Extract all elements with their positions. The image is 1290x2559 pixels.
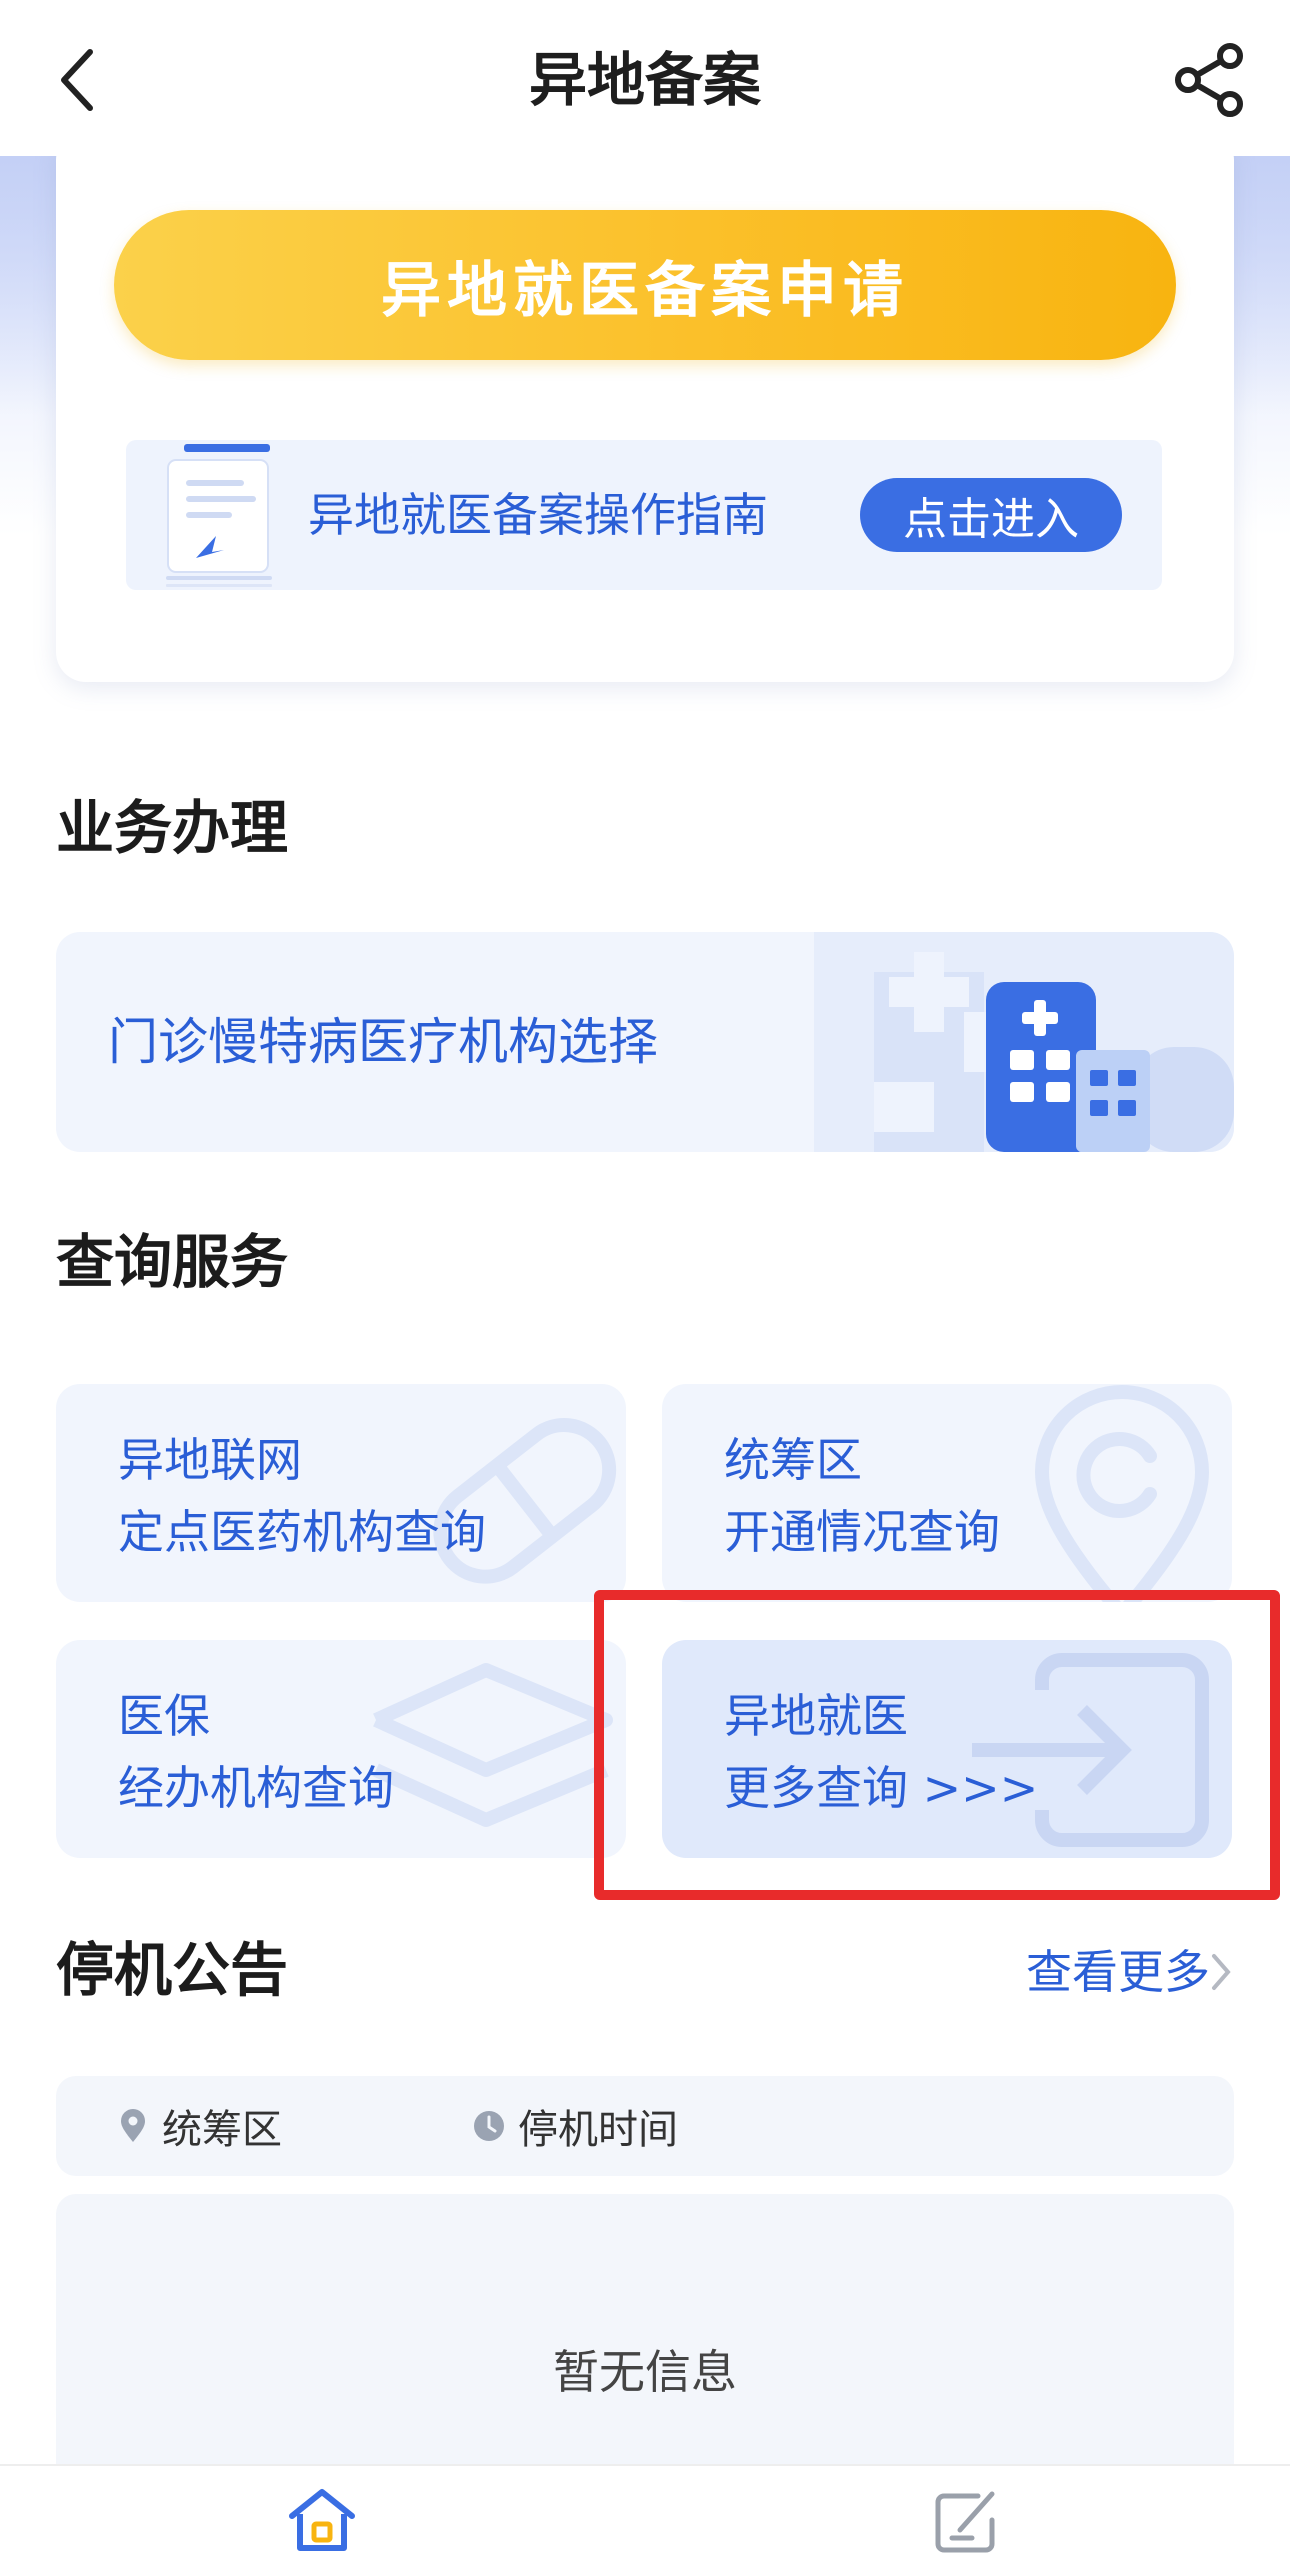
edit-icon[interactable] bbox=[930, 2486, 1002, 2556]
biz-card-label: 门诊慢特病医疗机构选择 bbox=[108, 1013, 658, 1071]
column-region: 统筹区 bbox=[162, 2107, 282, 2153]
app-header: 异地备案 bbox=[0, 0, 1290, 156]
hospital-icon bbox=[814, 932, 1234, 1152]
operation-guide-row[interactable]: 异地就医备案操作指南 点击进入 bbox=[126, 440, 1162, 590]
query-card-coordination-area[interactable]: 统筹区 开通情况查询 bbox=[662, 1384, 1232, 1602]
location-pin-icon bbox=[121, 2109, 145, 2142]
clock-icon bbox=[474, 2111, 504, 2141]
notice-section-title: 停机公告 bbox=[56, 1936, 289, 2004]
chevron-right-icon[interactable] bbox=[1210, 1950, 1232, 1994]
business-section-title: 业务办理 bbox=[56, 794, 289, 862]
query-card-networked-institutions[interactable]: 异地联网 定点医药机构查询 bbox=[56, 1384, 626, 1602]
guide-text: 异地就医备案操作指南 bbox=[308, 488, 768, 542]
bottom-tab-bar bbox=[0, 2464, 1290, 2559]
column-downtime: 停机时间 bbox=[518, 2107, 678, 2153]
highlight-annotation-box bbox=[594, 1590, 1280, 1900]
query-card-handling-agencies[interactable]: 医保 经办机构查询 bbox=[56, 1640, 626, 1858]
location-pin-icon bbox=[1034, 1385, 1210, 1602]
home-icon[interactable] bbox=[286, 2486, 358, 2556]
page-title: 异地备案 bbox=[528, 46, 761, 114]
query-card-line2: 开通情况查询 bbox=[724, 1505, 1000, 1559]
layers-icon bbox=[373, 1663, 613, 1827]
registration-card: 异地就医备案申请 异地就医备案操作指南 点击进入 bbox=[56, 130, 1234, 682]
query-card-line2: 经办机构查询 bbox=[118, 1761, 394, 1815]
document-guide-icon bbox=[166, 444, 272, 587]
empty-state-text: 暂无信息 bbox=[553, 2345, 737, 2399]
notice-table-header: 统筹区 停机时间 bbox=[56, 2076, 1234, 2176]
chronic-disease-institution-card[interactable]: 门诊慢特病医疗机构选择 bbox=[56, 932, 1234, 1152]
apply-registration-button[interactable]: 异地就医备案申请 bbox=[114, 210, 1176, 360]
enter-guide-button[interactable]: 点击进入 bbox=[860, 478, 1122, 552]
query-card-line1: 统筹区 bbox=[724, 1433, 862, 1487]
query-card-line2: 定点医药机构查询 bbox=[118, 1505, 486, 1559]
query-section-title: 查询服务 bbox=[56, 1228, 289, 1296]
view-more-link[interactable]: 查看更多 bbox=[1026, 1936, 1210, 2008]
query-card-line1: 医保 bbox=[118, 1689, 210, 1743]
share-icon[interactable] bbox=[1172, 42, 1248, 118]
query-card-line1: 异地联网 bbox=[118, 1433, 302, 1487]
